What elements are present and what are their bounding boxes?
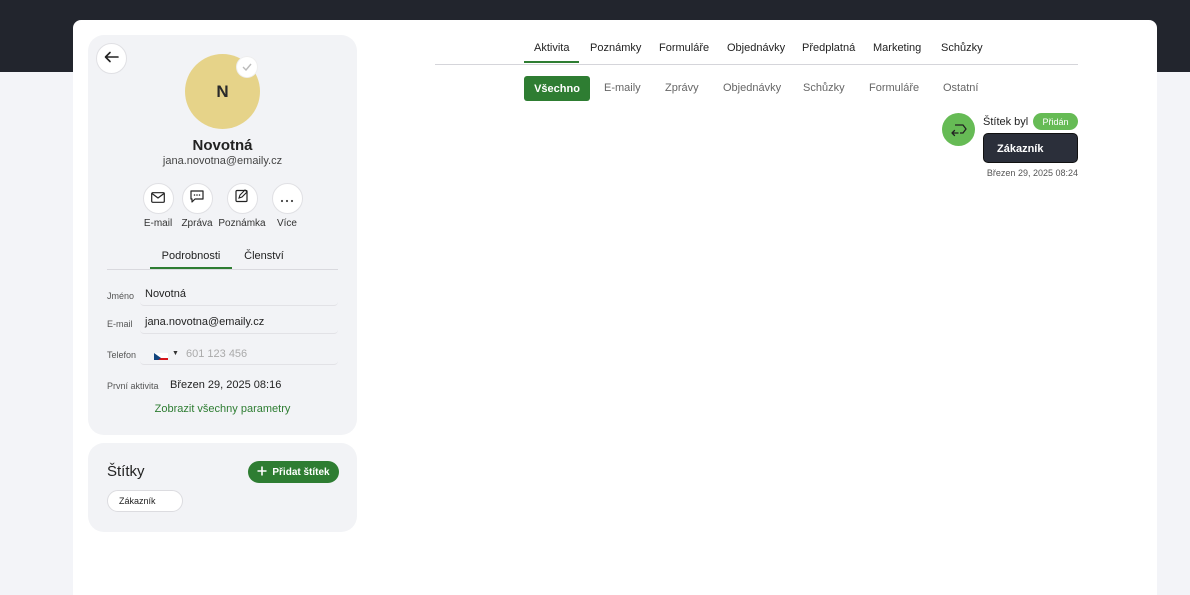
subtab-meetings[interactable]: Schůzky — [803, 82, 845, 94]
note-icon — [235, 189, 249, 208]
name-field-value: Novotná — [145, 288, 186, 300]
event-text: Štítek byl — [983, 116, 1029, 128]
subtab-messages[interactable]: Zprávy — [665, 82, 699, 94]
contact-name: Novotná — [192, 137, 253, 154]
show-all-parameters-link[interactable]: Zobrazit všechny parametry — [88, 403, 357, 415]
tab-notes[interactable]: Poznámky — [590, 42, 641, 54]
name-field-label: Jméno — [107, 291, 135, 301]
subtab-orders[interactable]: Objednávky — [723, 82, 781, 94]
tag-arrow-icon — [942, 113, 975, 146]
chevron-down-icon[interactable]: ▼ — [172, 350, 179, 357]
subtab-other[interactable]: Ostatní — [943, 82, 978, 94]
add-tag-button[interactable]: Přidat štítek — [248, 461, 339, 483]
message-action-circle[interactable] — [181, 183, 213, 214]
phone-field-label: Telefon — [107, 350, 137, 360]
subtab-emails[interactable]: E-maily — [604, 82, 641, 94]
status-badge: Přidán — [1033, 113, 1078, 130]
message-icon — [190, 189, 204, 208]
email-field-value: jana.novotna@emaily.cz — [145, 316, 265, 328]
tab-forms[interactable]: Formuláře — [659, 42, 709, 54]
event-timestamp: Březen 29, 2025 08:24 — [986, 168, 1078, 178]
profile-tabs: Podrobnosti Členství — [107, 246, 338, 270]
phone-placeholder: 601 123 456 — [186, 348, 248, 360]
tags-card — [88, 443, 357, 532]
tab-marketing[interactable]: Marketing — [873, 42, 921, 54]
main-tabs: Aktivita Poznámky Formuláře Objednávky P… — [435, 36, 1078, 65]
email-field[interactable]: jana.novotna@emaily.cz — [140, 312, 338, 334]
first-activity-label: První aktivita — [107, 381, 159, 391]
note-action-circle[interactable] — [226, 183, 258, 214]
arrow-left-icon — [104, 50, 119, 68]
tab-membership[interactable]: Členství — [238, 250, 290, 262]
note-action-label: Poznámka — [218, 218, 266, 229]
more-action-button[interactable]: Více — [262, 183, 312, 229]
email-field-label: E-mail — [107, 319, 133, 329]
subtab-all[interactable]: Všechno — [524, 76, 590, 101]
tab-meetings[interactable]: Schůzky — [941, 42, 983, 54]
tags-title: Štítky — [107, 463, 145, 480]
message-action-label: Zpráva — [181, 218, 213, 229]
avatar-initial: N — [216, 81, 229, 101]
back-button[interactable] — [96, 43, 127, 74]
note-action-button[interactable]: Poznámka — [217, 183, 267, 229]
subtab-forms[interactable]: Formuláře — [869, 82, 919, 94]
more-action-circle[interactable] — [271, 183, 303, 214]
message-action-button[interactable]: Zpráva — [172, 183, 222, 229]
verified-check-icon — [237, 57, 257, 77]
tab-details[interactable]: Podrobnosti — [150, 250, 232, 269]
first-activity-value: Březen 29, 2025 08:16 — [170, 379, 282, 391]
mail-icon — [151, 190, 165, 208]
plus-icon — [257, 466, 267, 479]
email-action-circle[interactable] — [142, 183, 174, 214]
contact-email: jana.novotna@emaily.cz — [162, 155, 283, 167]
more-action-label: Více — [276, 218, 297, 229]
tab-orders[interactable]: Objednávky — [727, 42, 785, 54]
name-field[interactable]: Novotná — [140, 284, 338, 306]
tab-subscriptions[interactable]: Předplatná — [802, 42, 855, 54]
czech-flag-icon[interactable] — [154, 350, 168, 360]
event-tag-box: Zákazník — [983, 133, 1078, 163]
tag-chip[interactable]: Zákazník — [107, 490, 183, 512]
add-tag-label: Přidat štítek — [272, 466, 330, 478]
tab-activity[interactable]: Aktivita — [524, 42, 580, 63]
more-icon — [280, 190, 294, 208]
